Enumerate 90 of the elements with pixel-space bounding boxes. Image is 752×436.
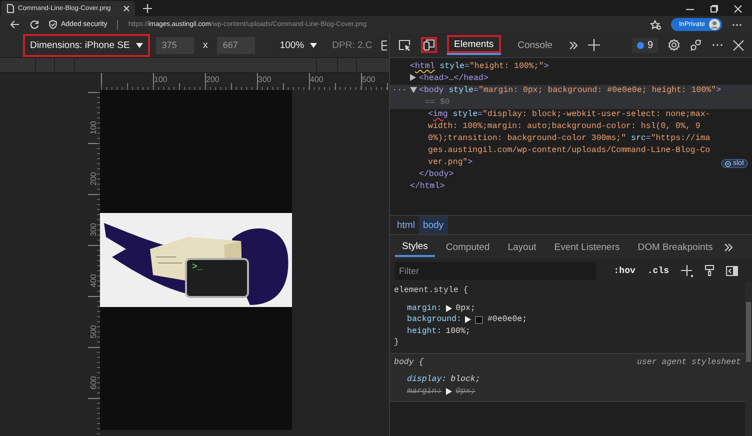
- ruler-label: 100: [89, 121, 98, 134]
- expand-triangle-icon[interactable]: [465, 316, 472, 324]
- code-text[interactable]: <body style="margin: 0px; background: #0e0e0e; height: 100%">: [419, 86, 722, 95]
- page-icon: [6, 4, 14, 13]
- panel-tab[interactable]: Console: [510, 35, 560, 55]
- panel-tab[interactable]: Elements: [447, 35, 501, 55]
- ruler-label: 100: [154, 75, 168, 84]
- property-value: 100%;: [446, 326, 470, 337]
- more-icon[interactable]: [732, 22, 742, 26]
- rule-selector: element.style {: [394, 285, 468, 296]
- device-toggle-button[interactable]: [421, 37, 437, 53]
- property-value: 0px;: [456, 302, 476, 314]
- rule-selector: body {: [394, 356, 424, 368]
- favorites-star-icon[interactable]: [650, 20, 661, 30]
- node-menu-indicator[interactable]: ···: [392, 85, 407, 97]
- ruler-label: 200: [206, 75, 220, 84]
- code-text[interactable]: </html>: [410, 182, 445, 191]
- hov-toggle[interactable]: :hov: [614, 266, 636, 276]
- new-rule-plus-icon[interactable]: [681, 264, 693, 276]
- ruler-label: 500: [362, 75, 376, 84]
- issues-badge[interactable]: 9: [632, 38, 658, 52]
- ruler-label: 300: [258, 75, 272, 84]
- width-field[interactable]: 375: [156, 36, 194, 54]
- maximize-icon[interactable]: [710, 4, 718, 12]
- color-swatch[interactable]: [475, 316, 484, 324]
- ruler-label: 600: [89, 376, 98, 390]
- avatar-icon: [709, 19, 720, 30]
- property-value: #0e0e0e;: [487, 314, 528, 326]
- expand-triangle-icon[interactable]: [446, 304, 452, 312]
- property-name: display:: [407, 374, 447, 386]
- slot-circle-icon: [725, 160, 732, 166]
- ruler-label: 200: [89, 172, 98, 186]
- shield-icon[interactable]: [49, 20, 57, 29]
- cls-toggle[interactable]: .cls: [647, 266, 669, 276]
- terminal-prompt-text: >_: [192, 262, 203, 272]
- selected-dom-row[interactable]: ··· <body style="margin: 0px; background: #0e0e0e; height: 100%">: [390, 85, 752, 97]
- property-value: 0px;: [456, 386, 476, 397]
- ruler-label: 400: [310, 75, 324, 84]
- dpr-label: DPR: 2.C: [332, 40, 372, 50]
- caret-icon: [310, 42, 318, 48]
- back-arrow-icon[interactable]: [10, 20, 20, 29]
- ruler-label: 500: [89, 325, 98, 338]
- rule-origin: user agent stylesheet: [637, 356, 741, 368]
- styles-pane-tab[interactable]: Layout: [500, 237, 544, 257]
- zoom-dropdown[interactable]: 100%: [274, 38, 324, 52]
- close-icon[interactable]: [123, 5, 130, 12]
- node-reference: == $0: [425, 98, 450, 107]
- code-text[interactable]: <head>…</head>: [419, 74, 488, 83]
- close-icon[interactable]: [733, 40, 744, 50]
- styles-pane-tab[interactable]: DOM Breakpoints: [630, 237, 720, 257]
- property-name: height:: [407, 326, 442, 337]
- more-icon[interactable]: [712, 43, 723, 47]
- expand-triangle-icon[interactable]: [446, 388, 452, 395]
- double-chevron-icon[interactable]: [724, 242, 733, 252]
- sidebar-toggle-icon[interactable]: [726, 266, 738, 276]
- connection-icon[interactable]: [690, 39, 702, 51]
- code-text[interactable]: <html style="height: 100%;">: [410, 62, 549, 71]
- device-icon: [423, 39, 435, 51]
- times-label: x: [202, 40, 208, 50]
- plus-icon[interactable]: [588, 39, 600, 51]
- ruler-label: 300: [89, 223, 98, 236]
- breadcrumb[interactable]: html: [393, 216, 419, 234]
- code-text[interactable]: </body>: [419, 170, 454, 179]
- bars-icon[interactable]: [381, 40, 388, 50]
- caret-icon: [136, 42, 143, 48]
- collapse-triangle-icon[interactable]: [410, 86, 417, 93]
- property-name: margin:: [407, 386, 442, 397]
- settings-icon[interactable]: [668, 39, 680, 51]
- issue-dot-icon: [637, 42, 644, 48]
- styles-pane-tab[interactable]: Computed: [438, 237, 497, 257]
- close-icon[interactable]: [734, 4, 742, 12]
- height-field[interactable]: 667: [216, 36, 255, 54]
- expand-triangle-icon[interactable]: [410, 74, 416, 82]
- styles-pane-tab[interactable]: Styles: [395, 237, 435, 257]
- filter-field[interactable]: Filter: [395, 262, 596, 280]
- inspect-icon[interactable]: [398, 39, 411, 51]
- ruler-label: 400: [89, 274, 98, 288]
- double-chevron-icon[interactable]: [569, 40, 578, 50]
- breadcrumb[interactable]: body: [418, 216, 448, 234]
- code-text[interactable]: <img style="display: block;-webkit-user-select: none;max-width: 100%;margin: auto;background-color: hsl(0, 0%, 90%);transition: background-color 300ms;" src="https://images.austingil.com/wp-content/uploads/Command-Line-Blog-Cover.png">: [428, 109, 712, 169]
- rule-closing-brace: }: [394, 337, 400, 348]
- paint-roller-icon[interactable]: [705, 265, 714, 276]
- dimensions-dropdown[interactable]: Dimensions: iPhone SE: [26, 36, 147, 54]
- property-value: block;: [450, 374, 480, 386]
- styles-pane-tab[interactable]: Event Listeners: [547, 237, 627, 257]
- refresh-icon[interactable]: [30, 20, 39, 29]
- scrollbar[interactable]: [745, 282, 752, 436]
- property-name: background:: [407, 314, 462, 326]
- new-tab-plus-icon[interactable]: [143, 4, 152, 13]
- property-name: margin:: [407, 302, 442, 314]
